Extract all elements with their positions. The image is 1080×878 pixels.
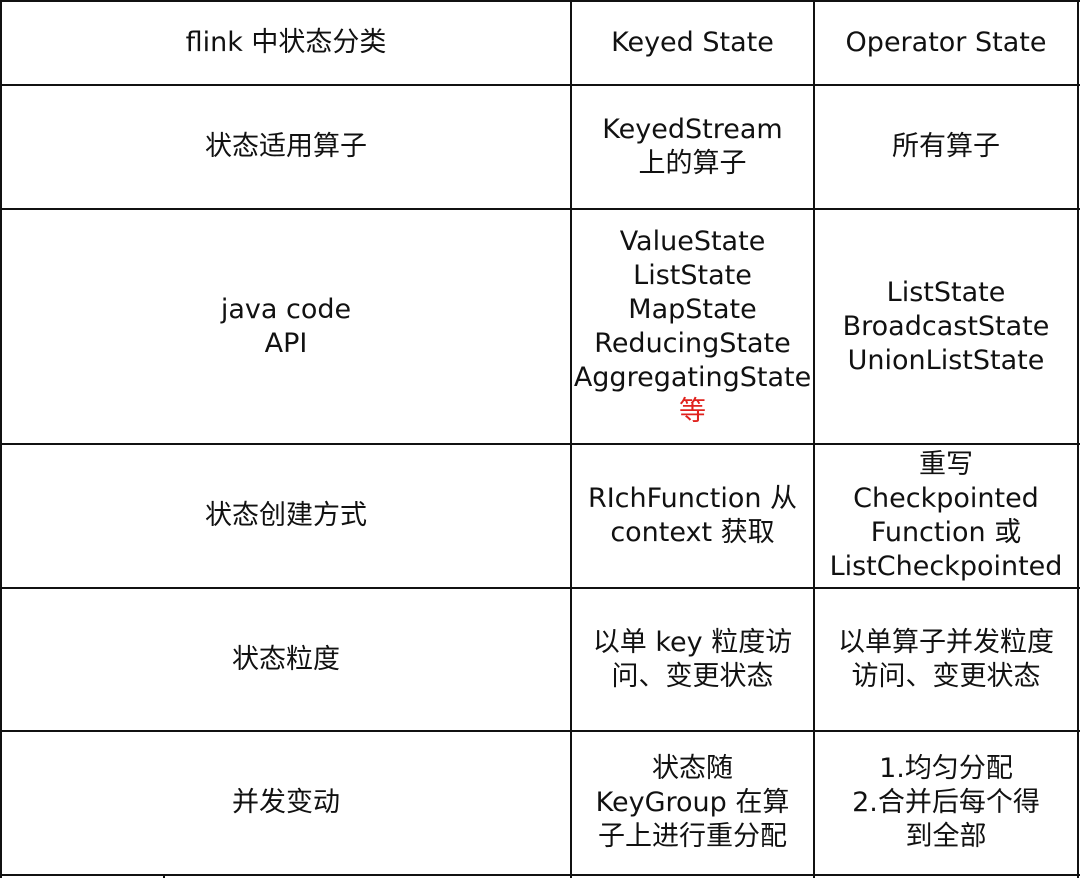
operator-state-cell: ListState BroadcastState UnionListState: [815, 210, 1077, 443]
operator-state-text: ListState: [886, 276, 1006, 308]
operator-state-cell: 以单算子并发粒度 访问、变更状态: [815, 589, 1077, 730]
keyed-state-text: ReducingState: [594, 327, 791, 359]
operator-state-cell: 所有算子: [815, 86, 1077, 208]
table-border-bottom: [0, 874, 1080, 876]
keyed-state-text: KeyedStream: [602, 114, 783, 145]
row-label-cell: 状态粒度: [2, 589, 570, 730]
operator-state-cell: 重写 Checkpointed Function 或 ListCheckpoin…: [815, 445, 1077, 587]
table-border-right: [1077, 0, 1079, 878]
keyed-state-text: 问、变更状态: [611, 660, 774, 692]
row-label-text: API: [264, 327, 308, 359]
operator-state-text: Checkpointed: [853, 483, 1039, 514]
keyed-state-text: MapState: [628, 293, 757, 325]
header-operator-state-label: Operator State: [845, 27, 1047, 58]
header-cell-category: flink 中状态分类: [2, 2, 570, 84]
header-cell-keyed-state: Keyed State: [572, 2, 813, 84]
operator-state-text: 所有算子: [892, 131, 1000, 162]
operator-state-text: BroadcastState: [842, 310, 1050, 342]
keyed-state-text: RIchFunction 从: [587, 483, 798, 514]
keyed-state-text: ListState: [633, 259, 752, 291]
row-label-cell: java code API: [2, 210, 570, 443]
keyed-state-cell: RIchFunction 从 context 获取: [572, 445, 813, 587]
keyed-state-text: 状态随: [651, 753, 733, 784]
row-label-text: 状态粒度: [232, 643, 340, 675]
row-label-cell: 状态适用算子: [2, 86, 570, 208]
row-label-cell: 状态创建方式: [2, 445, 570, 587]
row-label-text: 状态适用算子: [205, 131, 367, 162]
keyed-state-text: context 获取: [610, 517, 775, 548]
operator-state-cell: 1.均匀分配 2.合并后每个得 到全部: [815, 732, 1077, 874]
row-label-text: 并发变动: [232, 787, 340, 818]
keyed-state-text: 上的算子: [638, 148, 747, 179]
row-label-text: 状态创建方式: [205, 500, 367, 531]
operator-state-text: 2.合并后每个得: [852, 787, 1040, 818]
keyed-state-cell: 以单 key 粒度访 问、变更状态: [572, 589, 813, 730]
operator-state-text: 以单算子并发粒度: [838, 626, 1054, 658]
keyed-state-cell: ValueState ListState MapState ReducingSt…: [572, 210, 813, 443]
operator-state-text: UnionListState: [847, 344, 1045, 376]
operator-state-text: 访问、变更状态: [851, 660, 1041, 692]
row-label-text: java code: [220, 293, 352, 325]
keyed-state-cell: KeyedStream 上的算子: [572, 86, 813, 208]
header-keyed-state-label: Keyed State: [611, 27, 774, 58]
keyed-state-text: AggregatingState: [573, 361, 812, 393]
state-comparison-table: flink 中状态分类 Keyed State Operator State 状…: [0, 0, 1080, 878]
column-divider-stub: [163, 874, 165, 878]
operator-state-text: 1.均匀分配: [879, 753, 1013, 784]
keyed-state-cell: 状态随 KeyGroup 在算 子上进行重分配: [572, 732, 813, 874]
keyed-state-text: KeyGroup 在算: [595, 787, 790, 818]
operator-state-text: Function 或: [870, 517, 1022, 548]
operator-state-text: ListCheckpointed: [829, 551, 1063, 582]
header-cell-operator-state: Operator State: [815, 2, 1077, 84]
keyed-state-text: 以单 key 粒度访: [592, 626, 793, 658]
operator-state-text: 重写: [919, 449, 973, 480]
keyed-state-text: ValueState: [619, 225, 766, 257]
row-label-cell: 并发变动: [2, 732, 570, 874]
keyed-state-etc-highlight: 等: [679, 395, 706, 427]
header-category-label: flink 中状态分类: [185, 27, 387, 58]
operator-state-text: 到全部: [905, 821, 987, 852]
keyed-state-text: 子上进行重分配: [597, 821, 787, 852]
